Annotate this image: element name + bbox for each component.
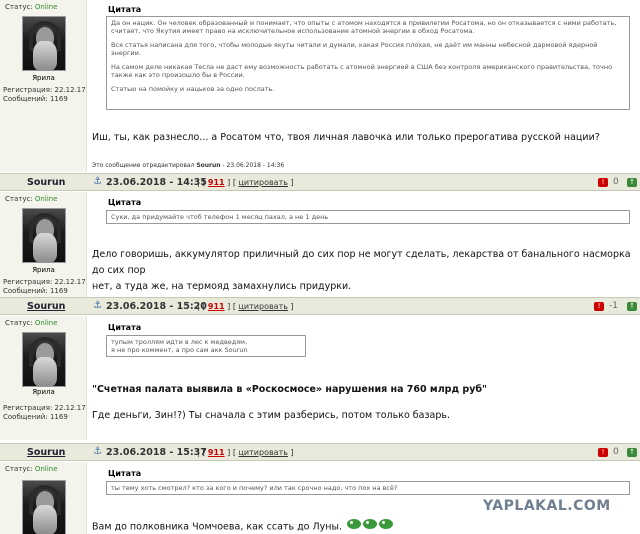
post-score: -1 xyxy=(609,301,618,311)
author-link[interactable]: Sourun xyxy=(27,447,65,458)
rate-up-icon[interactable]: ↑ xyxy=(627,302,637,311)
quote-link[interactable]: цитировать xyxy=(238,302,287,311)
post-date: 23.06.2018 - 15:20 xyxy=(106,301,207,312)
post-score: 0 xyxy=(613,447,619,457)
user-title: Ярила xyxy=(32,266,55,274)
quote-title: Цитата xyxy=(108,198,142,207)
post-1: Статус: Online Ярила Регистрация: 22.12.… xyxy=(0,192,640,297)
quote-link[interactable]: цитировать xyxy=(238,448,287,457)
quote-paragraph: На самом деле никакая Тесла не даст ему … xyxy=(111,63,613,79)
post-score: 0 xyxy=(613,177,619,187)
report-link[interactable]: 911 xyxy=(208,448,225,457)
post-message: Где деньги, Зин!?) Ты сначала с этим раз… xyxy=(92,410,451,421)
quote-title: Цитата xyxy=(108,469,142,478)
rate-up-icon[interactable]: ↑ xyxy=(627,178,637,187)
quote-block: тупым троллям идти в лес к медведям, я не… xyxy=(106,335,306,357)
quote-paragraph: Статью на помойку и нацьков за одно посл… xyxy=(111,85,275,93)
user-status: Статус: Online xyxy=(5,319,58,327)
quote-text: Суки, да придумайте чтоб телефон 1 месяц… xyxy=(111,213,329,221)
post-0: Статус: Online Ярила Регистрация: 22.12.… xyxy=(0,0,640,172)
quote-text: ты тему хоть смотрел? кто за кого и поче… xyxy=(111,484,398,492)
edited-note: Это сообщение отредактировал Sourun - 23… xyxy=(92,162,285,169)
quote-link[interactable]: цитировать xyxy=(238,178,287,187)
anchor-icon[interactable]: ⚓ xyxy=(93,176,102,187)
user-title: Ярила xyxy=(32,388,55,396)
rate-down-icon[interactable]: ! xyxy=(598,178,608,187)
post-2: Статус: Online Ярила Регистрация: 22.12.… xyxy=(0,316,640,440)
post-header: Sourun ⚓ 23.06.2018 - 15:20 | [ 911 ] [ … xyxy=(0,297,640,315)
post-message: Вам до полковника Чомчоева, как ссать до… xyxy=(92,519,394,534)
author-link[interactable]: Sourun xyxy=(27,301,65,312)
smiley-icon xyxy=(347,519,362,529)
post-2-sidebar: Статус: Online Ярила Регистрация: 22.12.… xyxy=(0,316,87,440)
post-header: Sourun ⚓ 23.06.2018 - 15:37 | [ 911 ] [ … xyxy=(0,443,640,461)
author-link[interactable]: Sourun xyxy=(27,177,65,188)
user-status: Статус: Online xyxy=(5,195,58,203)
user-title: Ярила xyxy=(32,74,55,82)
report-link[interactable]: 911 xyxy=(208,302,225,311)
avatar[interactable] xyxy=(22,480,66,534)
site-watermark: YAPLAKAL.COM xyxy=(483,498,611,514)
user-registration: Регистрация: 22.12.17 Сообщений: 1169 xyxy=(3,278,86,295)
quote-block: Да он нацик. Он человек образованный и п… xyxy=(106,16,630,110)
post-1-sidebar: Статус: Online Ярила Регистрация: 22.12.… xyxy=(0,192,87,297)
quote-block: ты тему хоть смотрел? кто за кого и поче… xyxy=(106,481,630,495)
avatar[interactable] xyxy=(22,208,66,263)
quote-paragraph: Вся статья написана для того, чтобы моло… xyxy=(111,41,598,57)
user-registration: Регистрация: 22.12.17 Сообщений: 1169 xyxy=(3,404,86,421)
user-status: Статус: Online xyxy=(5,3,58,11)
user-registration: Регистрация: 22.12.17 Сообщений: 1169 xyxy=(3,86,86,103)
smiley-icons xyxy=(345,519,394,534)
post-date: 23.06.2018 - 15:37 xyxy=(106,447,207,458)
post-links: | [ 911 ] [ цитировать ] xyxy=(197,448,294,457)
smiley-icon xyxy=(363,519,378,529)
anchor-icon[interactable]: ⚓ xyxy=(93,446,102,457)
rate-down-icon[interactable]: ! xyxy=(594,302,604,311)
post-headline: "Счетная палата выявила в «Роскосмосе» н… xyxy=(92,384,488,395)
post-0-sidebar: Статус: Online Ярила Регистрация: 22.12.… xyxy=(0,0,87,172)
report-link[interactable]: 911 xyxy=(208,178,225,187)
post-links: | [ 911 ] [ цитировать ] xyxy=(197,178,294,187)
avatar[interactable] xyxy=(22,332,66,387)
anchor-icon[interactable]: ⚓ xyxy=(93,300,102,311)
post-message: Иш, ты, как разнесло... а Росатом что, т… xyxy=(92,132,600,143)
post-header: Sourun ⚓ 23.06.2018 - 14:35 | [ 911 ] [ … xyxy=(0,173,640,191)
quote-title: Цитата xyxy=(108,5,142,14)
post-date: 23.06.2018 - 14:35 xyxy=(106,177,207,188)
smiley-icon xyxy=(379,519,394,529)
quote-paragraph: Да он нацик. Он человек образованный и п… xyxy=(111,19,617,35)
post-3-sidebar: Статус: Online xyxy=(0,462,87,534)
user-status: Статус: Online xyxy=(5,465,58,473)
post-links: | [ 911 ] [ цитировать ] xyxy=(197,302,294,311)
quote-block: Суки, да придумайте чтоб телефон 1 месяц… xyxy=(106,210,630,224)
post-message: Дело говоришь, аккумулятор приличный до … xyxy=(92,249,631,292)
rate-up-icon[interactable]: ↑ xyxy=(627,448,637,457)
rate-down-icon[interactable]: ! xyxy=(598,448,608,457)
quote-text: тупым троллям идти в лес к медведям, я не… xyxy=(111,338,248,354)
avatar[interactable] xyxy=(22,16,66,71)
quote-title: Цитата xyxy=(108,323,142,332)
